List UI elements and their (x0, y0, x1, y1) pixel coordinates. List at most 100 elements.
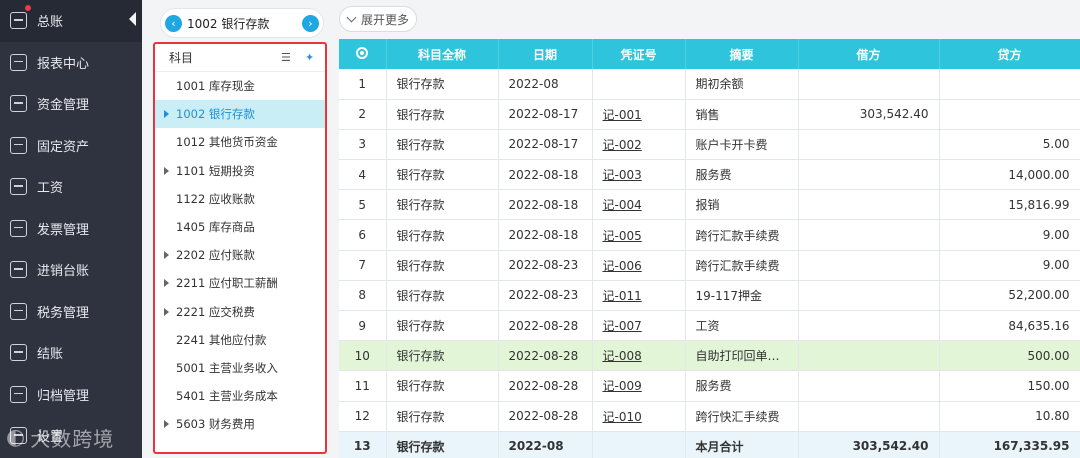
nav-item-1[interactable]: 报表中心 (0, 42, 142, 84)
credit-cell (939, 99, 1080, 130)
expand-arrow-icon[interactable] (164, 307, 169, 316)
summary-cell: 销售 (685, 99, 799, 130)
voucher-cell[interactable]: 记-010 (592, 401, 686, 432)
date-cell: 2022-08-28 (498, 370, 593, 402)
subject-tree-item[interactable]: 5001 主营业务收入 (155, 354, 325, 382)
nav-item-7[interactable]: 税务管理 (0, 291, 142, 333)
account-selector-label: 1002 银行存款 (187, 16, 270, 31)
voucher-link[interactable]: 记-002 (603, 138, 642, 152)
account-selector[interactable]: ‹ 1002 银行存款 › (160, 8, 324, 38)
ledger-row[interactable]: 1 银行存款 2022-08 期初余额 (339, 69, 1080, 100)
subject-tree-item-label: 2202 应付账款 (176, 248, 255, 263)
ledger-row[interactable]: 9 银行存款 2022-08-28 记-007 工资 84,635.16 (339, 310, 1080, 342)
ledger-row[interactable]: 5 银行存款 2022-08-18 记-004 报销 15,816.99 (339, 189, 1080, 221)
subject-tree-item[interactable]: 2202 应付账款 (155, 241, 325, 269)
nav-item-9[interactable]: 归档管理 (0, 374, 142, 416)
subject-tree-item[interactable]: 2211 应付职工薪酬 (155, 269, 325, 297)
voucher-cell[interactable]: 记-011 (592, 280, 686, 312)
ledger-row[interactable]: 10 银行存款 2022-08-28 记-008 自助打印回单手... 500.00 (339, 340, 1080, 372)
subject-tree-item[interactable]: 1405 库存商品 (155, 213, 325, 241)
voucher-cell[interactable]: 记-001 (592, 99, 686, 130)
subject-tree-item[interactable]: 1012 其他货币资金 (155, 128, 325, 156)
expand-arrow-icon[interactable] (164, 420, 169, 429)
ledger-row[interactable]: 12 银行存款 2022-08-28 记-010 跨行快汇手续费 10.80 (339, 401, 1080, 432)
voucher-link[interactable]: 记-007 (603, 319, 642, 333)
col-header-account[interactable]: 科目全称 (386, 39, 499, 69)
ledger-row[interactable]: 4 银行存款 2022-08-18 记-003 服务费 14,000.00 (339, 159, 1080, 191)
expand-arrow-icon[interactable] (164, 110, 169, 119)
voucher-link[interactable]: 记-001 (603, 108, 642, 122)
subject-tree-item[interactable]: 1101 短期投资 (155, 157, 325, 185)
subject-tree-item[interactable]: 1002 银行存款 (155, 100, 325, 129)
account-cell: 银行存款 (386, 370, 499, 402)
subject-tree-item[interactable]: 1001 库存现金 (155, 72, 325, 100)
nav-item-label: 报表中心 (37, 56, 90, 72)
ledger-table: 科目全称 日期 凭证号 摘要 借方 贷方 1 银行存款 2022-08 期初余额 2 银行… (339, 39, 1080, 458)
col-header-voucher[interactable]: 凭证号 (592, 39, 686, 69)
subject-tree-item[interactable]: 1122 应收账款 (155, 185, 325, 213)
voucher-link[interactable]: 记-005 (603, 229, 642, 243)
nav-item-0[interactable]: 总账 (0, 0, 142, 42)
ledger-row[interactable]: 6 银行存款 2022-08-18 记-005 跨行汇款手续费 9.00 (339, 219, 1080, 251)
subject-tree-item-label: 1101 短期投资 (176, 163, 255, 178)
column-settings-button[interactable] (339, 39, 387, 69)
nav-item-8[interactable]: 结账 (0, 332, 142, 374)
voucher-cell[interactable]: 记-002 (592, 129, 686, 161)
pin-icon[interactable]: ✦ (305, 52, 317, 64)
ledger-row[interactable]: 2 银行存款 2022-08-17 记-001 销售 303,542.40 (339, 99, 1080, 130)
subject-tree-item-label: 2211 应付职工薪酬 (176, 276, 278, 291)
date-cell: 2022-08-28 (498, 310, 593, 342)
subject-tree-item[interactable]: 2221 应交税费 (155, 298, 325, 326)
invoice-icon (10, 219, 27, 237)
chevron-left-icon[interactable]: ‹ (165, 14, 182, 32)
chevron-right-icon[interactable]: › (302, 14, 319, 32)
col-header-credit[interactable]: 贷方 (939, 39, 1080, 69)
voucher-link[interactable]: 记-011 (603, 289, 642, 303)
ledger-row[interactable]: 8 银行存款 2022-08-23 记-011 19-117押金 52,200.00 (339, 280, 1080, 312)
credit-cell (939, 69, 1080, 100)
voucher-cell[interactable]: 记-004 (592, 189, 686, 221)
ledger-row[interactable]: 11 银行存款 2022-08-28 记-009 服务费 150.00 (339, 370, 1080, 402)
subject-tree-item-label: 1122 应收账款 (176, 191, 255, 206)
voucher-cell[interactable]: 记-006 (592, 250, 686, 281)
nav-item-5[interactable]: 发票管理 (0, 208, 142, 250)
voucher-cell[interactable]: 记-007 (592, 310, 686, 342)
nav-item-4[interactable]: 工资 (0, 166, 142, 208)
subject-tree: 科目 ☰ ✦ 1001 库存现金 1002 银行存款 1012 其他货币资金 1101… (153, 42, 327, 454)
voucher-cell[interactable]: 记-005 (592, 219, 686, 251)
subject-tree-item[interactable]: 5603 财务费用 (155, 410, 325, 438)
voucher-link[interactable]: 记-010 (603, 410, 642, 424)
subject-tree-item[interactable]: 2241 其他应付款 (155, 326, 325, 354)
ledger-row[interactable]: 7 银行存款 2022-08-23 记-006 跨行汇款手续费 9.00 (339, 250, 1080, 281)
ledger-row[interactable]: 3 银行存款 2022-08-17 记-002 账户卡开卡费 5.00 (339, 129, 1080, 161)
nav-item-2[interactable]: 资金管理 (0, 83, 142, 125)
voucher-cell[interactable]: 记-008 (592, 340, 686, 372)
col-header-date[interactable]: 日期 (498, 39, 593, 69)
expand-arrow-icon[interactable] (164, 166, 169, 175)
expand-more-button[interactable]: 展开更多 (339, 6, 417, 32)
expand-arrow-icon[interactable] (164, 279, 169, 288)
voucher-link[interactable]: 记-004 (603, 198, 642, 212)
voucher-link[interactable]: 记-006 (603, 259, 642, 273)
date-cell: 2022-08-28 (498, 340, 593, 372)
nav-item-3[interactable]: 固定资产 (0, 125, 142, 167)
col-header-debit[interactable]: 借方 (798, 39, 940, 69)
voucher-cell[interactable]: 记-009 (592, 370, 686, 402)
credit-cell: 52,200.00 (939, 280, 1080, 312)
col-header-summary[interactable]: 摘要 (685, 39, 799, 69)
expand-more-label: 展开更多 (361, 12, 410, 27)
voucher-link[interactable]: 记-003 (603, 168, 642, 182)
subject-tree-item[interactable]: 5401 主营业务成本 (155, 382, 325, 410)
subject-tree-item-label: 1012 其他货币资金 (176, 135, 278, 150)
nav-item-6[interactable]: 进销台账 (0, 249, 142, 291)
nav-item-label: 发票管理 (37, 222, 90, 238)
voucher-link[interactable]: 记-009 (603, 379, 642, 393)
list-menu-icon[interactable]: ☰ (281, 52, 293, 64)
voucher-cell[interactable]: 记-003 (592, 159, 686, 191)
voucher-link[interactable]: 记-008 (603, 349, 642, 363)
credit-cell: 150.00 (939, 370, 1080, 402)
watermark-mark-icon: ◐ (6, 425, 27, 450)
date-cell: 2022-08-23 (498, 280, 593, 312)
ledger-total-row[interactable]: 13 银行存款 2022-08 本月合计 303,542.40 167,335.95 (339, 431, 1080, 458)
expand-arrow-icon[interactable] (164, 251, 169, 260)
